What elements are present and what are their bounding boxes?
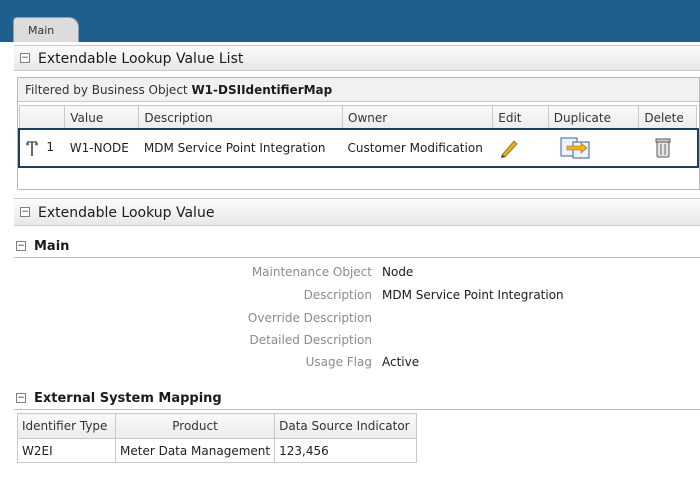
- col-product: Product: [114, 413, 276, 439]
- tab-main[interactable]: Main: [13, 17, 79, 42]
- row-duplicate-cell: [548, 130, 639, 166]
- delete-trash-icon[interactable]: [654, 137, 672, 159]
- row-tree-cell: 1: [20, 130, 65, 166]
- lookup-list-section-header[interactable]: − Extendable Lookup Value List: [14, 45, 700, 71]
- table-row[interactable]: 1 W1-NODE MDM Service Point Integration …: [17, 127, 699, 168]
- main-subsection-title: Main: [34, 239, 70, 254]
- field-value: MDM Service Point Integration: [382, 288, 564, 302]
- lookup-value-section-header[interactable]: − Extendable Lookup Value: [14, 198, 700, 226]
- field-label: Maintenance Object: [251, 265, 372, 279]
- external-mapping-table: Identifier Type Product Data Source Indi…: [17, 413, 418, 463]
- field-description: Description MDM Service Point Integratio…: [0, 288, 700, 310]
- filter-bar: Filtered by Business Object W1-DSIIdenti…: [18, 78, 699, 102]
- field-label: Detailed Description: [249, 333, 372, 347]
- row-description: MDM Service Point Integration: [143, 140, 326, 155]
- tree-icon[interactable]: [25, 139, 39, 157]
- cell-identifier-type: W2EI: [17, 438, 116, 463]
- row-index: 1: [46, 140, 54, 155]
- col-description[interactable]: Description: [138, 105, 344, 130]
- field-label: Usage Flag: [305, 355, 372, 369]
- lookup-value-table: Value Description Owner Edit Duplicate D…: [17, 105, 699, 168]
- row-value[interactable]: W1-NODE: [65, 130, 139, 166]
- col-delete: Delete: [638, 105, 697, 130]
- col-value[interactable]: Value: [64, 105, 140, 130]
- row-owner: Customer Modification: [347, 140, 483, 155]
- collapse-icon[interactable]: −: [20, 53, 30, 63]
- row-edit-cell: [493, 130, 549, 166]
- field-override-description: Override Description: [0, 311, 700, 333]
- col-identifier-type: Identifier Type: [17, 413, 116, 439]
- field-detailed-description: Detailed Description: [0, 333, 700, 355]
- collapse-icon[interactable]: −: [16, 393, 26, 403]
- duplicate-icon[interactable]: [559, 136, 593, 160]
- cell-data-source-indicator: 123,456: [274, 438, 418, 463]
- main-subsection-header[interactable]: − Main: [14, 236, 700, 258]
- col-owner[interactable]: Owner: [342, 105, 494, 130]
- col-index: [18, 105, 66, 130]
- filter-prefix: Filtered by Business Object: [25, 83, 192, 97]
- col-data-source-indicator: Data Source Indicator: [274, 413, 418, 439]
- lookup-list-panel: Filtered by Business Object W1-DSIIdenti…: [17, 77, 700, 190]
- table-row: W2EI Meter Data Management 123,456: [17, 438, 418, 463]
- edit-pencil-icon[interactable]: [498, 137, 520, 159]
- external-mapping-title: External System Mapping: [34, 391, 222, 406]
- filter-business-object: W1-DSIIdentifierMap: [191, 83, 333, 97]
- lookup-list-title: Extendable Lookup Value List: [38, 51, 244, 67]
- field-label: Description: [303, 288, 372, 302]
- top-bar: Main: [0, 0, 700, 42]
- field-usage-flag: Usage Flag Active: [0, 355, 700, 377]
- row-delete-cell: [639, 130, 697, 166]
- external-mapping-subsection-header[interactable]: − External System Mapping: [14, 388, 700, 410]
- lookup-value-title: Extendable Lookup Value: [38, 205, 215, 221]
- col-duplicate: Duplicate: [547, 105, 640, 130]
- filter-text: Filtered by Business Object W1-DSIIdenti…: [25, 83, 332, 97]
- field-value: Active: [382, 355, 420, 369]
- field-value: Node: [382, 265, 414, 279]
- field-label: Override Description: [247, 311, 372, 325]
- collapse-icon[interactable]: −: [20, 207, 30, 217]
- cell-product: Meter Data Management: [114, 438, 276, 463]
- col-edit: Edit: [492, 105, 549, 130]
- collapse-icon[interactable]: −: [16, 241, 26, 251]
- field-maintenance-object: Maintenance Object Node: [0, 265, 700, 287]
